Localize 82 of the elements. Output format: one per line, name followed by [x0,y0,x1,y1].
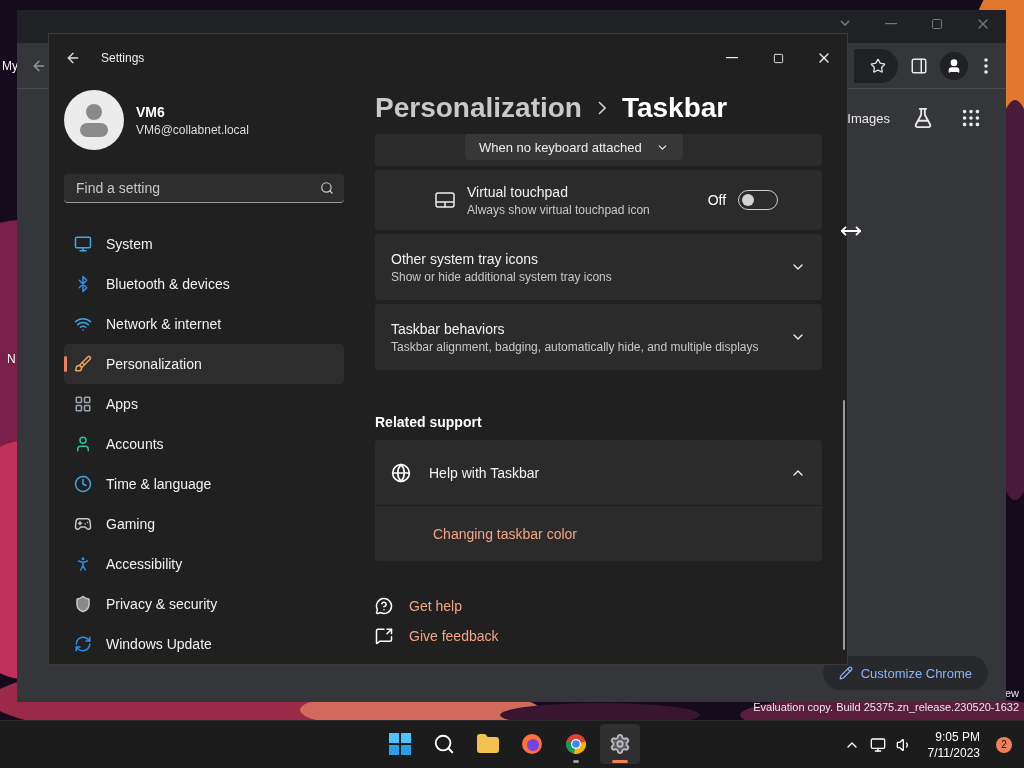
user-name: VM6 [136,103,166,120]
gear-icon [609,733,631,755]
star-icon [870,57,886,74]
expander-card[interactable]: Taskbar behaviors Taskbar alignment, badging, automatically hide, and multiple displays [375,304,823,370]
profile-button[interactable] [940,51,968,80]
dropdown[interactable]: When no keyboard attached [465,134,683,160]
nav-item[interactable]: Time & language [64,464,344,504]
breadcrumb-parent[interactable]: Personalization [375,92,582,124]
setting-description: Show or hide additional system tray icons [391,269,613,284]
person-icon [946,57,962,74]
setting-title: Taskbar behaviors [391,320,506,337]
pencil-icon [838,666,853,680]
apps-icon [74,395,92,413]
address-bar[interactable] [854,48,898,83]
images-link[interactable]: Images [847,110,890,126]
grid-icon [960,107,982,129]
person-icon [74,435,92,453]
notification-badge[interactable]: 2 [996,736,1012,753]
maximize-icon [931,18,943,30]
watermark-text: ew [1004,686,1019,700]
setting-description: Taskbar alignment, badging, automatically hide, and multiple displays [391,339,760,354]
toggle-state: Off [707,192,727,208]
clock-icon [74,475,92,493]
nav-item[interactable]: Network & internet [64,304,344,344]
help-icon [375,597,393,615]
side-panel-icon [910,56,928,75]
setting-description: Always show virtual touchpad icon [467,202,651,217]
watermark-text: Evaluation copy. Build 25375.zn_release.230520-1632 [753,700,1019,714]
touchpad-icon [435,192,455,208]
chevron-icon [597,101,606,115]
flask-icon [912,107,934,129]
customize-button[interactable]: Customize Chrome [822,656,988,690]
setting-title: Other system tray icons [391,250,540,267]
menu-icon [984,57,988,74]
setting-title: Virtual touchpad [467,183,569,200]
network-icon[interactable] [869,736,886,753]
refresh-icon [74,635,92,653]
nav-item[interactable]: Windows Update [64,624,344,664]
nav-item[interactable]: Accessibility [64,544,344,584]
clock[interactable]: 9:05 PM 7/11/2023 [927,728,980,761]
desktop-icon-label[interactable]: My [2,59,18,73]
taskbar-app[interactable] [600,724,640,764]
user-email: VM6@collabnet.local [136,122,249,137]
search-input[interactable]: Find a setting [74,179,320,197]
wifi-icon [74,315,92,333]
globe-icon [391,462,411,483]
firefox-icon [521,733,543,755]
desktop-icon-label[interactable]: N [7,352,16,366]
nav-item[interactable]: Bluetooth & devices [64,264,344,304]
nav-item[interactable]: Personalization [64,344,344,384]
nav-item[interactable]: Gaming [64,504,344,544]
back-icon [65,50,81,66]
minimize-icon [885,23,897,25]
window-title: Settings [101,51,145,65]
person-icon [79,103,109,137]
maximize-icon [772,52,784,64]
nav-item[interactable]: System [64,224,344,264]
minimize-icon [726,57,738,59]
monitor-icon [74,235,92,253]
nav-item[interactable]: Apps [64,384,344,424]
scrollbar[interactable] [843,400,845,650]
help-title: Help with Taskbar [429,464,541,481]
nav-item[interactable]: Privacy & security [64,584,344,624]
help-link[interactable]: Changing taskbar color [433,525,577,542]
shield-icon [74,595,92,613]
windows-logo-icon [389,733,411,755]
page-title: Taskbar [621,92,728,124]
search-icon [433,733,455,755]
footer-link[interactable]: Get help [409,598,462,614]
gamepad-icon [74,515,92,533]
search-icon [320,181,334,195]
feedback-icon [375,627,393,645]
nav-item[interactable]: Accounts [64,424,344,464]
chevron-icon [840,20,850,26]
folder-icon [476,732,500,756]
footer-link[interactable]: Give feedback [409,628,499,644]
section-heading: Related support [375,414,483,430]
expander-card[interactable]: Other system tray icons Show or hide additional system tray icons [375,234,823,300]
search-field[interactable]: Find a setting [64,174,344,203]
avatar[interactable] [64,90,124,150]
chrome-icon [565,733,587,755]
brush-icon [74,355,92,373]
